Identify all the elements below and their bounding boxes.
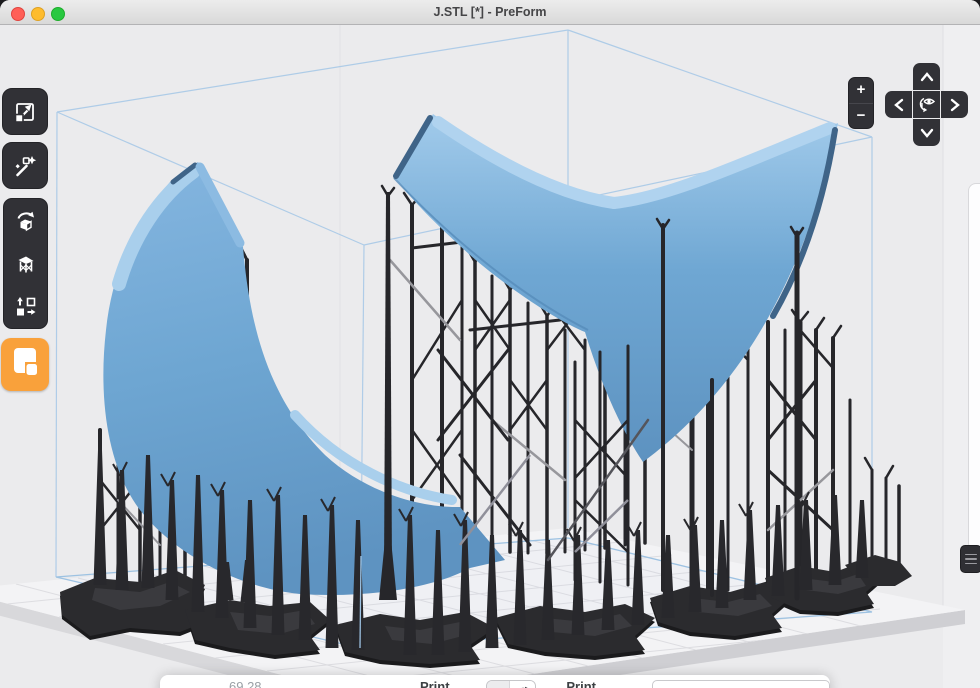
view-up-button[interactable] [913,63,940,90]
window-title: J.STL [*] - PreForm [0,0,980,25]
layout-icon [14,295,38,319]
volume-value: 69.28 mL [229,679,278,688]
magic-wand-icon [13,154,37,178]
print-time-control: -- [486,680,536,688]
scale-icon [13,100,37,124]
titlebar: J.STL [*] - PreForm [0,0,980,25]
rotate-cube-icon [14,209,38,233]
chevron-right-icon [948,96,962,114]
orientation-tool-button[interactable] [4,199,47,242]
print-time-refresh-button[interactable] [509,681,535,688]
supports-tool-button[interactable] [4,242,47,285]
orbit-eye-icon [916,94,938,116]
one-click-print-button[interactable] [2,142,48,189]
layer-slider-handle[interactable] [960,545,980,573]
view-right-button[interactable] [941,91,968,118]
job-tools-group [3,198,48,329]
preform-window: J.STL [*] - PreForm [0,0,980,688]
viewport-3d[interactable]: + − Volume [0,25,980,688]
cartridge-icon [1,339,49,391]
scene-canvas [0,25,980,688]
zoom-out-button[interactable]: − [849,104,873,129]
view-down-button[interactable] [913,119,940,146]
print-time-label: Print Time [420,679,477,688]
chevron-up-icon [918,70,936,84]
view-orbit-button[interactable] [913,91,940,118]
status-bar: Volume 69.28 mL Layers 1918 Print Time -… [160,675,830,688]
zoom-control: + − [848,77,874,129]
printer-select-button[interactable] [1,338,49,391]
print-settings-selector[interactable]: Form 2, Black 01, 0.05 mm [652,680,830,688]
layout-tool-button[interactable] [4,285,47,328]
print-settings-label: Print Settings [566,679,643,688]
supports-icon [14,252,38,276]
layer-slider-track[interactable] [968,183,980,551]
size-tool-button[interactable] [2,88,48,135]
zoom-in-button[interactable]: + [849,78,873,104]
chevron-left-icon [892,96,906,114]
print-time-value: -- [487,681,509,688]
view-left-button[interactable] [885,91,912,118]
chevron-down-icon [918,126,936,140]
